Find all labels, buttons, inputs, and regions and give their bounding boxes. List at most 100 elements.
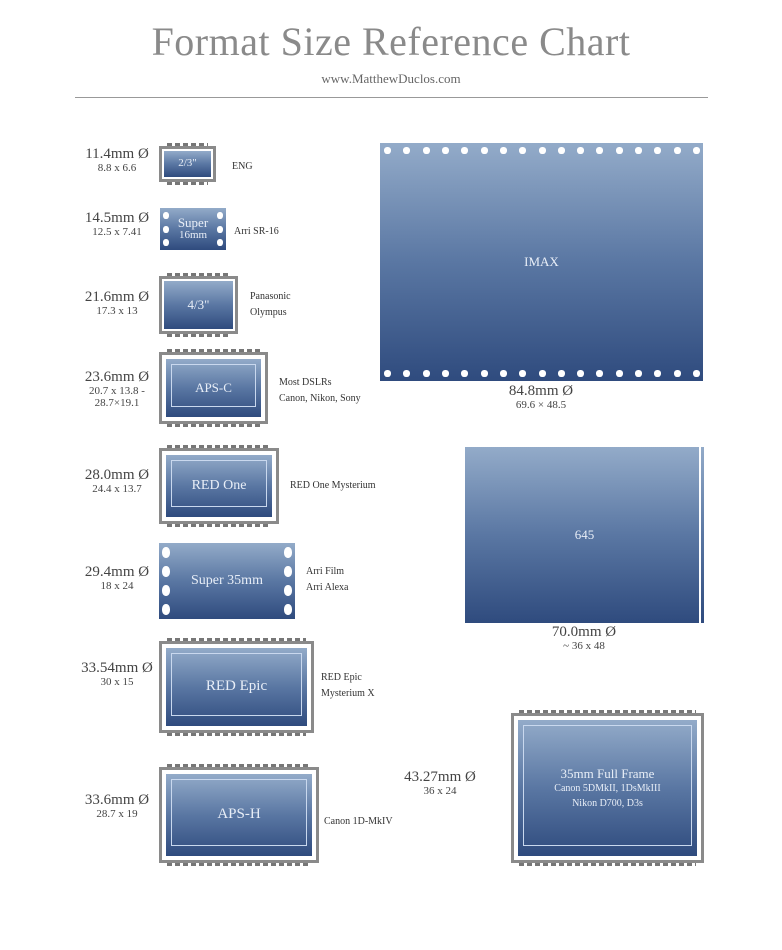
camera-name: RED Epic <box>321 672 362 683</box>
frame-edge-line <box>699 447 701 623</box>
sensor-area: RED One <box>166 455 272 517</box>
camera-list: Arri Film Arri Alexa <box>306 564 349 596</box>
website-url: www.MatthewDuclos.com <box>321 71 461 86</box>
perforation-strip-top <box>519 710 696 713</box>
format-measurement: 33.6mm Ø 28.7 x 19 <box>57 792 177 821</box>
perforation-hole <box>162 604 170 615</box>
perforation-hole <box>461 370 469 377</box>
perforation-hole <box>441 370 449 377</box>
perforation-strip-top <box>167 349 260 352</box>
dimensions: 12.5 x 7.41 <box>92 226 142 238</box>
dimensions: 36 x 24 <box>423 785 457 797</box>
perforation-hole <box>615 370 623 377</box>
perforation-strip-top <box>167 273 230 276</box>
perforation-hole <box>538 370 546 377</box>
dimensions: ~ 36 x 48 <box>563 640 605 652</box>
camera-list: ENG <box>232 159 253 175</box>
sensor-area: Super 35mm <box>159 543 295 619</box>
perforation-hole <box>217 239 223 246</box>
format-label: Super 35mm <box>191 572 263 588</box>
dimensions: 28.7×19.1 <box>94 397 140 409</box>
camera-name: Arri SR-16 <box>234 226 279 237</box>
dimensions: 24.4 x 13.7 <box>92 483 142 495</box>
format-label: Canon 5DMkII, 1DsMkIII <box>554 783 661 795</box>
perforation-hole <box>480 147 488 154</box>
perforation-hole <box>422 147 430 154</box>
dimensions: 8.8 x 6.6 <box>97 162 137 174</box>
camera-list: Most DSLRs Canon, Nikon, Sony <box>279 375 361 407</box>
camera-list: RED Epic Mysterium X <box>321 670 375 702</box>
diagonal-size: 21.6mm Ø <box>84 289 150 305</box>
perforation-strip-bottom <box>167 733 306 736</box>
camera-list: Panasonic Olympus <box>250 289 291 321</box>
perforation-hole <box>284 547 292 558</box>
format-label: 16mm <box>178 229 208 242</box>
diagonal-size: 29.4mm Ø <box>84 564 150 580</box>
divider <box>75 97 708 98</box>
format-measurement: 28.0mm Ø 24.4 x 13.7 <box>57 468 177 496</box>
format-measurement: 23.6mm Ø 20.7 x 13.8 -28.7×19.1 <box>57 370 177 410</box>
diagonal-size: 33.6mm Ø <box>84 792 150 808</box>
format-measurement: 84.8mm Ø 69.6 × 48.5 <box>481 384 601 412</box>
perforation-hole <box>673 147 681 154</box>
format-label: Nikon D700, D3s <box>572 797 643 809</box>
perforation-hole <box>693 370 700 377</box>
perforation-hole <box>217 225 223 233</box>
perforation-hole <box>557 370 565 377</box>
sensor-area: RED Epic <box>166 648 307 726</box>
perforation-hole <box>441 147 449 154</box>
dimensions: 20.7 x 13.8 - <box>89 385 145 397</box>
dimensions: 69.6 × 48.5 <box>515 399 567 411</box>
camera-name: Canon, Nikon, Sony <box>279 393 361 404</box>
format-label: 645 <box>574 527 595 543</box>
camera-name: ENG <box>232 161 253 172</box>
sensor-area: 645 <box>465 447 704 623</box>
diagonal-size: 33.54mm Ø <box>81 660 153 676</box>
diagonal-size: 43.27mm Ø <box>404 769 476 785</box>
perforation-hole <box>384 370 391 377</box>
perforation-hole <box>217 212 223 219</box>
perforation-hole <box>163 239 169 246</box>
camera-name: Most DSLRs <box>279 377 332 388</box>
dimensions: 18 x 24 <box>100 580 134 592</box>
perforation-hole <box>673 370 681 377</box>
dimensions: 17.3 x 13 <box>96 305 138 317</box>
perforation-strip-top <box>167 143 208 146</box>
format-label: APS-C <box>195 380 232 396</box>
perforation-hole <box>461 147 469 154</box>
format-measurement: 29.4mm Ø 18 x 24 <box>57 564 177 593</box>
camera-name: Panasonic <box>250 291 291 302</box>
camera-list: Arri SR-16 <box>234 224 279 240</box>
format-measurement: 21.6mm Ø 17.3 x 13 <box>57 289 177 318</box>
diagonal-size: 70.0mm Ø <box>551 624 617 640</box>
perforation-hole <box>577 370 585 377</box>
camera-list: RED One Mysterium <box>290 478 376 494</box>
perforation-hole <box>538 147 546 154</box>
perforation-strip-bottom <box>167 524 271 527</box>
camera-list: Canon 1D-MkIV <box>324 814 393 830</box>
perforation-hole <box>557 147 565 154</box>
camera-name: Olympus <box>250 307 287 318</box>
camera-name: Arri Film <box>306 566 345 577</box>
perforation-strip-bottom <box>519 863 696 866</box>
sensor-area: APS-H <box>166 774 312 856</box>
perforation-hole <box>284 585 292 596</box>
format-label: Super <box>177 215 209 231</box>
perforation-hole <box>693 147 700 154</box>
perforation-strip-bottom <box>167 424 260 427</box>
format-label: RED Epic <box>205 678 268 695</box>
perforation-hole <box>422 370 430 377</box>
perforation-hole <box>384 147 391 154</box>
perforation-hole <box>162 547 170 558</box>
format-label: APS-H <box>217 806 261 823</box>
format-measurement: 33.54mm Ø 30 x 15 <box>57 660 177 689</box>
format-label: 4/3" <box>187 297 210 313</box>
camera-name: RED One Mysterium <box>290 480 376 491</box>
sensor-area: APS-C <box>166 359 261 417</box>
perforation-strip-top <box>167 445 271 448</box>
format-measurement: 70.0mm Ø ~ 36 x 48 <box>524 624 644 653</box>
perforation-hole <box>615 147 623 154</box>
perforation-hole <box>480 370 488 377</box>
format-measurement: 11.4mm Ø 8.8 x 6.6 <box>57 147 177 175</box>
perforation-strip-bottom <box>167 182 208 185</box>
